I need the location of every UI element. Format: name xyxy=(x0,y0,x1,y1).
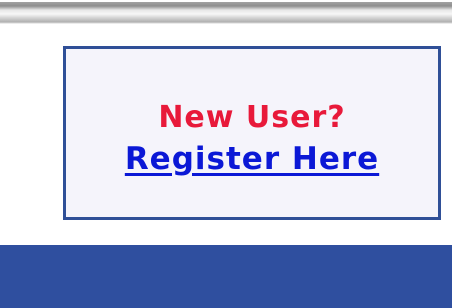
new-user-prompt: New User? xyxy=(158,100,346,135)
register-here-link[interactable]: Register Here xyxy=(66,141,438,177)
new-user-register-panel: New User? Register Here xyxy=(63,46,441,220)
top-divider-bar xyxy=(0,0,452,28)
bottom-blue-band xyxy=(0,245,452,308)
